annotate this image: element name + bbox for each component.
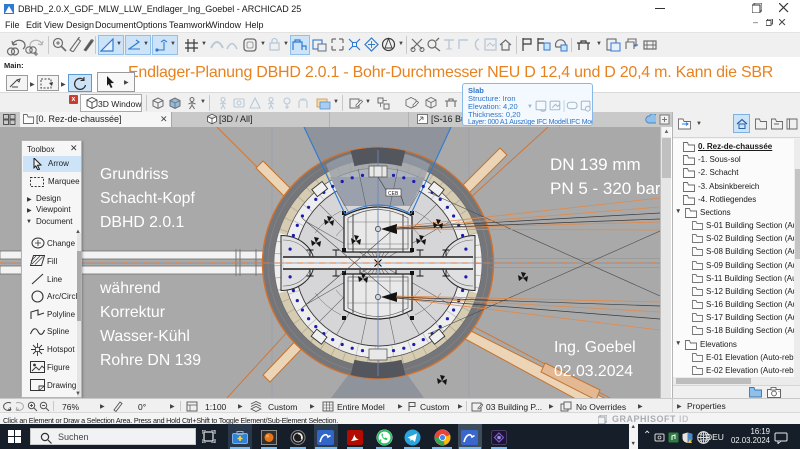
svg-text:Wasser-Kühl: Wasser-Kühl xyxy=(100,328,190,345)
svg-text:Grundriss: Grundriss xyxy=(100,166,169,183)
svg-text:02.03.2024: 02.03.2024 xyxy=(554,363,633,380)
svg-text:PN 5 - 320 bar: PN 5 - 320 bar xyxy=(550,179,660,198)
svg-text:DN 139 mm: DN 139 mm xyxy=(550,155,641,174)
svg-text:Rohre DN 139: Rohre DN 139 xyxy=(100,352,201,369)
svg-text:Ing. Goebel: Ing. Goebel xyxy=(554,339,636,356)
svg-text:DBHD 2.0.1: DBHD 2.0.1 xyxy=(100,214,184,231)
svg-text:CEB: CEB xyxy=(388,191,399,197)
svg-text:Korrektur: Korrektur xyxy=(100,304,165,321)
svg-text:während: während xyxy=(99,280,161,297)
svg-text:Schacht-Kopf: Schacht-Kopf xyxy=(100,190,195,207)
